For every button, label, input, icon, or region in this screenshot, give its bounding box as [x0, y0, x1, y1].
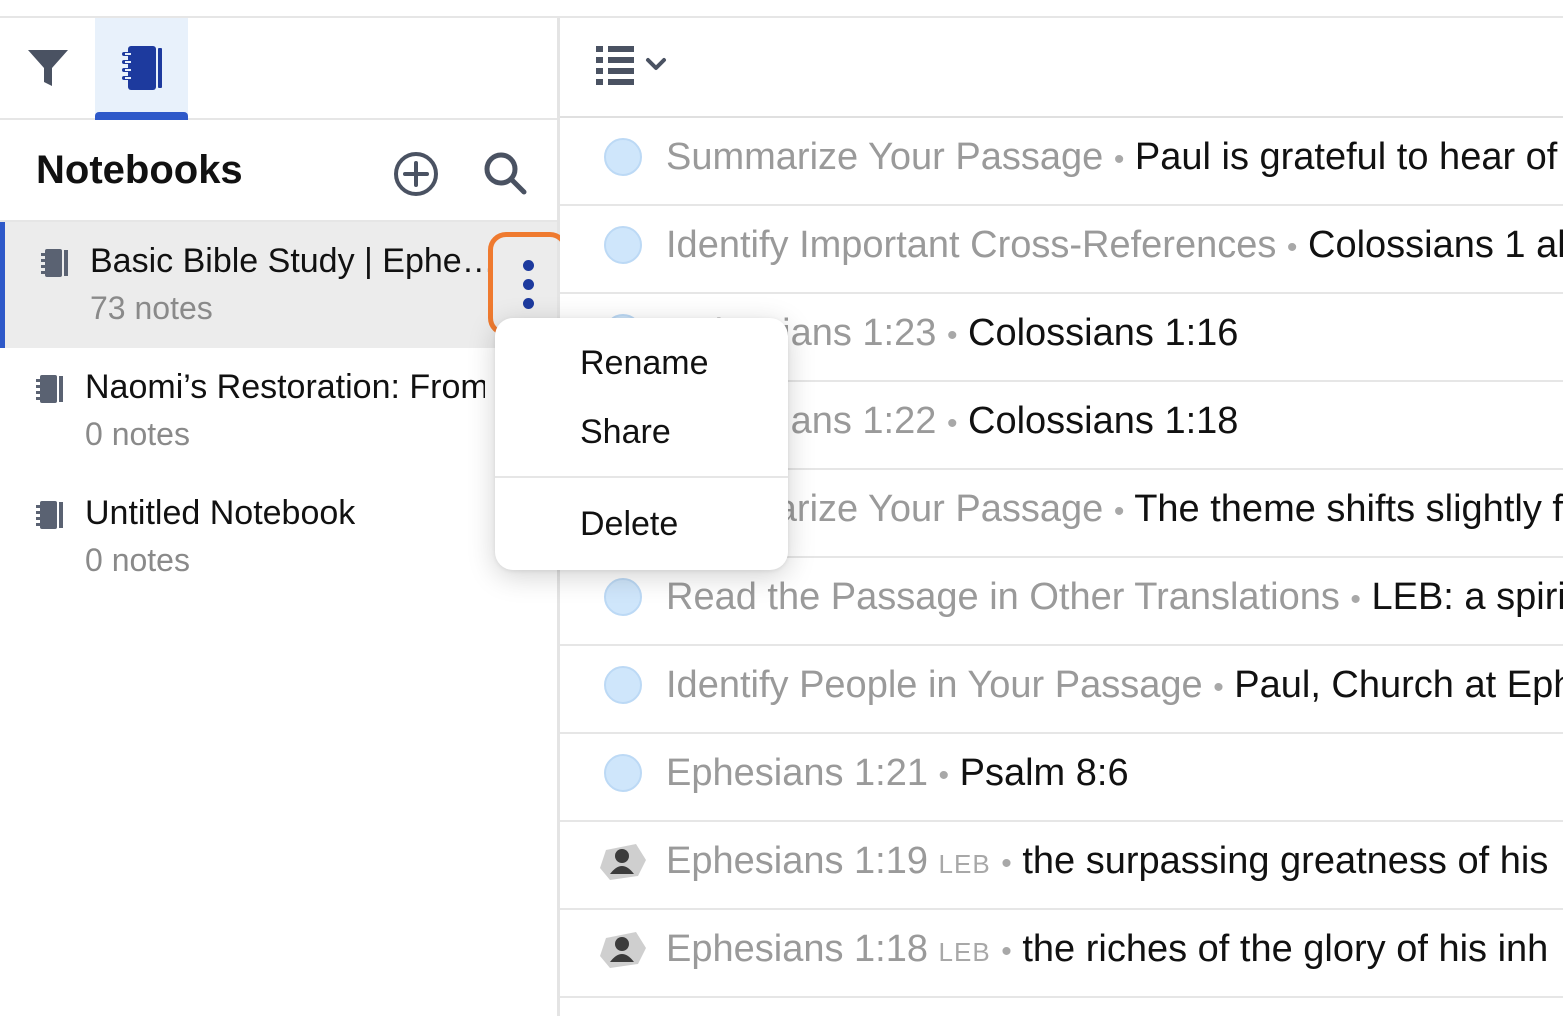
notebooks-header: Notebooks — [0, 120, 557, 222]
rename-menu-item[interactable]: Rename — [580, 344, 709, 383]
note-reference: Identify People in Your Passage — [666, 664, 1203, 706]
note-circle-icon — [604, 754, 642, 792]
notebook-icon — [36, 501, 63, 529]
note-content: Psalm 8:6 — [959, 752, 1129, 794]
note-content: Paul, Church at Ephe — [1234, 664, 1563, 706]
user-avatar-icon — [600, 932, 646, 968]
list-view-icon[interactable] — [594, 42, 672, 90]
note-circle-icon — [604, 578, 642, 616]
tab-filter[interactable] — [10, 18, 86, 118]
note-row[interactable]: Summarize Your Passage • Paul is gratefu… — [560, 118, 1563, 206]
filter-icon — [28, 50, 68, 86]
notebook-icon — [121, 46, 162, 90]
tab-notebooks[interactable] — [95, 18, 188, 118]
note-text: Ephesians 1:19 LEB • the surpassing grea… — [666, 840, 1548, 883]
separator-dot: • — [1113, 143, 1125, 176]
search-icon[interactable] — [480, 148, 530, 198]
note-text: Ephesians 1:18 LEB • the riches of the g… — [666, 928, 1548, 971]
separator-dot: • — [1350, 583, 1361, 616]
separator-dot: • — [946, 407, 958, 440]
chevron-down-icon — [646, 58, 666, 70]
panel-tabs — [0, 18, 557, 120]
page-title: Notebooks — [36, 148, 243, 192]
notebook-icon — [36, 375, 63, 403]
note-reference: Ephesians 1:21 — [666, 752, 928, 794]
note-content: the surpassing greatness of his — [1022, 840, 1549, 882]
note-content: Colossians 1 als — [1308, 224, 1563, 266]
note-text: Read the Passage in Other Translations •… — [666, 576, 1563, 619]
window-top-edge — [0, 0, 1563, 18]
share-menu-item[interactable]: Share — [580, 413, 671, 452]
separator-dot: • — [1001, 935, 1012, 968]
active-tab-indicator — [95, 112, 188, 120]
notebook-note-count: 73 notes — [90, 290, 213, 326]
note-reference: Ephesians 1:19 — [666, 840, 928, 882]
note-row[interactable]: Ephesians 1:19 LEB • the surpassing grea… — [560, 822, 1563, 910]
notebook-icon — [41, 249, 68, 277]
user-avatar-icon — [600, 844, 646, 880]
note-row[interactable]: Ephesians 1:21 • Psalm 8:6 — [560, 734, 1563, 822]
separator-dot: • — [1286, 231, 1298, 264]
notebook-note-count: 0 notes — [85, 416, 190, 452]
separator-dot: • — [1113, 495, 1125, 528]
note-row[interactable]: Read the Passage in Other Translations •… — [560, 558, 1563, 646]
notebook-item[interactable]: Naomi’s Restoration: From 0 notes — [0, 348, 557, 474]
notebook-name: Naomi’s Restoration: From — [85, 368, 485, 406]
note-reference: Summarize Your Passage — [666, 136, 1104, 178]
separator-dot: • — [1001, 847, 1012, 880]
note-row[interactable]: Ephesians 1:18 LEB • the riches of the g… — [560, 910, 1563, 998]
note-reference: Read the Passage in Other Translations — [666, 576, 1340, 618]
note-circle-icon — [604, 138, 642, 176]
note-circle-icon — [604, 226, 642, 264]
notebook-context-menu: Rename Share Delete — [495, 318, 788, 570]
note-reference: Identify Important Cross-References — [666, 224, 1277, 266]
add-notebook-icon[interactable] — [392, 150, 440, 198]
notebook-item[interactable]: Basic Bible Study | Ephe… 73 notes — [0, 222, 557, 348]
notes-toolbar — [560, 18, 1563, 118]
note-text: Summarize Your Passage • The theme shift… — [666, 488, 1563, 531]
note-circle-icon — [604, 666, 642, 704]
notebook-note-count: 0 notes — [85, 542, 190, 578]
separator-dot: • — [938, 759, 950, 792]
note-content: The theme shifts slightly from G — [1134, 488, 1563, 530]
more-vertical-icon-dot — [522, 278, 534, 290]
note-row[interactable]: Identify Important Cross-References • Co… — [560, 206, 1563, 294]
note-version: LEB — [938, 849, 991, 879]
delete-menu-item[interactable]: Delete — [580, 505, 678, 544]
separator-dot: • — [1213, 671, 1224, 704]
note-text: Identify People in Your Passage • Paul, … — [666, 664, 1563, 707]
notebook-name: Untitled Notebook — [85, 494, 356, 532]
note-content: the riches of the glory of his inh — [1022, 928, 1549, 970]
left-panel: Notebooks Basic Bible Study | Ephe… 73 n… — [0, 18, 560, 1016]
note-content: Paul is grateful to hear of t — [1134, 136, 1563, 178]
separator-dot: • — [946, 319, 958, 352]
note-content: Colossians 1:16 — [968, 312, 1239, 354]
note-content: LEB: a spirit o — [1371, 576, 1563, 618]
note-row[interactable]: Identify People in Your Passage • Paul, … — [560, 646, 1563, 734]
note-version: LEB — [938, 937, 991, 967]
more-vertical-icon — [522, 259, 534, 271]
menu-divider — [495, 476, 788, 478]
note-text: Identify Important Cross-References • Co… — [666, 224, 1563, 267]
notebook-item[interactable]: Untitled Notebook 0 notes — [0, 474, 557, 600]
note-content: Colossians 1:18 — [968, 400, 1239, 442]
notebook-name: Basic Bible Study | Ephe… — [90, 242, 490, 280]
note-text: Summarize Your Passage • Paul is gratefu… — [666, 136, 1563, 179]
note-reference: Ephesians 1:18 — [666, 928, 928, 970]
more-vertical-icon-dot — [522, 297, 534, 309]
note-text: Ephesians 1:21 • Psalm 8:6 — [666, 752, 1129, 795]
